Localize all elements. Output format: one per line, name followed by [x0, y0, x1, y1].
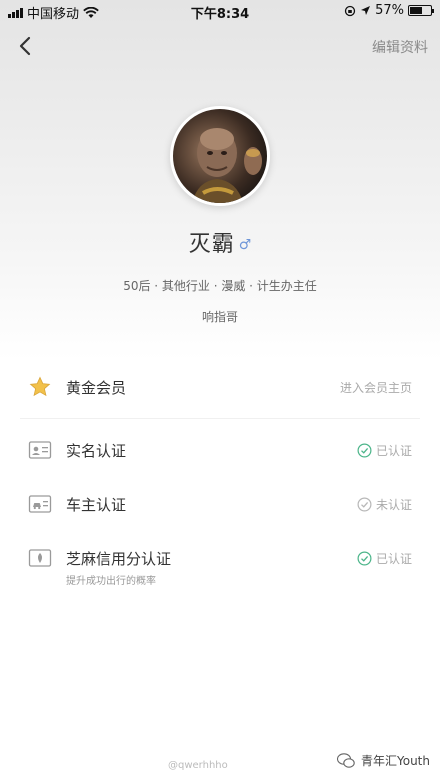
sesame-credit-status: 已认证	[357, 550, 412, 567]
divider	[20, 418, 420, 419]
nav-bar: 编辑资料	[0, 22, 440, 70]
wechat-watermark-text: 青年汇Youth	[361, 754, 430, 768]
status-bar: 中国移动 下午8:34 57%	[0, 0, 440, 22]
star-icon	[29, 376, 51, 397]
car-owner-row[interactable]: 车主认证 未认证	[0, 482, 440, 526]
gold-member-label: 黄金会员	[66, 379, 127, 397]
real-name-row[interactable]: 实名认证 已认证	[0, 428, 440, 472]
sesame-credit-label: 芝麻信用分认证	[66, 550, 172, 568]
real-name-label: 实名认证	[66, 442, 127, 460]
location-icon	[361, 6, 371, 15]
check-circle-icon	[357, 551, 372, 566]
check-circle-icon	[357, 443, 372, 458]
real-name-status: 已认证	[357, 442, 412, 459]
status-right: 57%	[344, 3, 434, 18]
id-card-icon	[28, 441, 52, 459]
car-owner-status: 未认证	[357, 496, 412, 513]
user-name: 灭霸	[188, 232, 235, 257]
edit-profile-link[interactable]: 编辑资料	[372, 37, 428, 57]
avatar[interactable]	[170, 106, 270, 206]
check-circle-icon	[357, 497, 372, 512]
member-home-link[interactable]: 进入会员主页	[340, 379, 412, 396]
user-tags: 50后 · 其他行业 · 漫威 · 计生办主任	[123, 279, 317, 293]
wechat-icon	[337, 752, 355, 768]
user-nickname: 响指哥	[201, 310, 238, 324]
male-gender-icon: ♂	[238, 237, 252, 253]
car-card-icon	[28, 495, 52, 513]
sesame-credit-subtitle: 提升成功出行的概率	[66, 576, 156, 587]
sesame-card-icon	[28, 549, 52, 567]
back-button[interactable]	[12, 32, 40, 60]
sesame-credit-status-text: 已认证	[375, 552, 412, 566]
wechat-watermark: 青年汇Youth	[337, 752, 430, 769]
weibo-watermark: @qwerhhho	[168, 760, 228, 771]
orientation-lock-icon	[344, 5, 356, 16]
battery-percent: 57%	[375, 3, 404, 18]
battery-icon	[408, 5, 434, 16]
chevron-left-icon	[19, 36, 31, 56]
car-owner-status-text: 未认证	[375, 498, 412, 512]
name-row: 灭霸 ♂	[0, 226, 440, 258]
sesame-credit-row[interactable]: 芝麻信用分认证 已认证 提升成功出行的概率	[0, 536, 440, 587]
avatar-image	[192, 128, 262, 203]
gold-member-row[interactable]: 黄金会员 进入会员主页	[0, 365, 440, 409]
car-owner-label: 车主认证	[66, 496, 127, 514]
real-name-status-text: 已认证	[375, 444, 412, 458]
profile-page: 中国移动 下午8:34 57% 编辑资料 灭霸 ♂ 50后 · 其他行业 · 漫…	[0, 0, 440, 782]
